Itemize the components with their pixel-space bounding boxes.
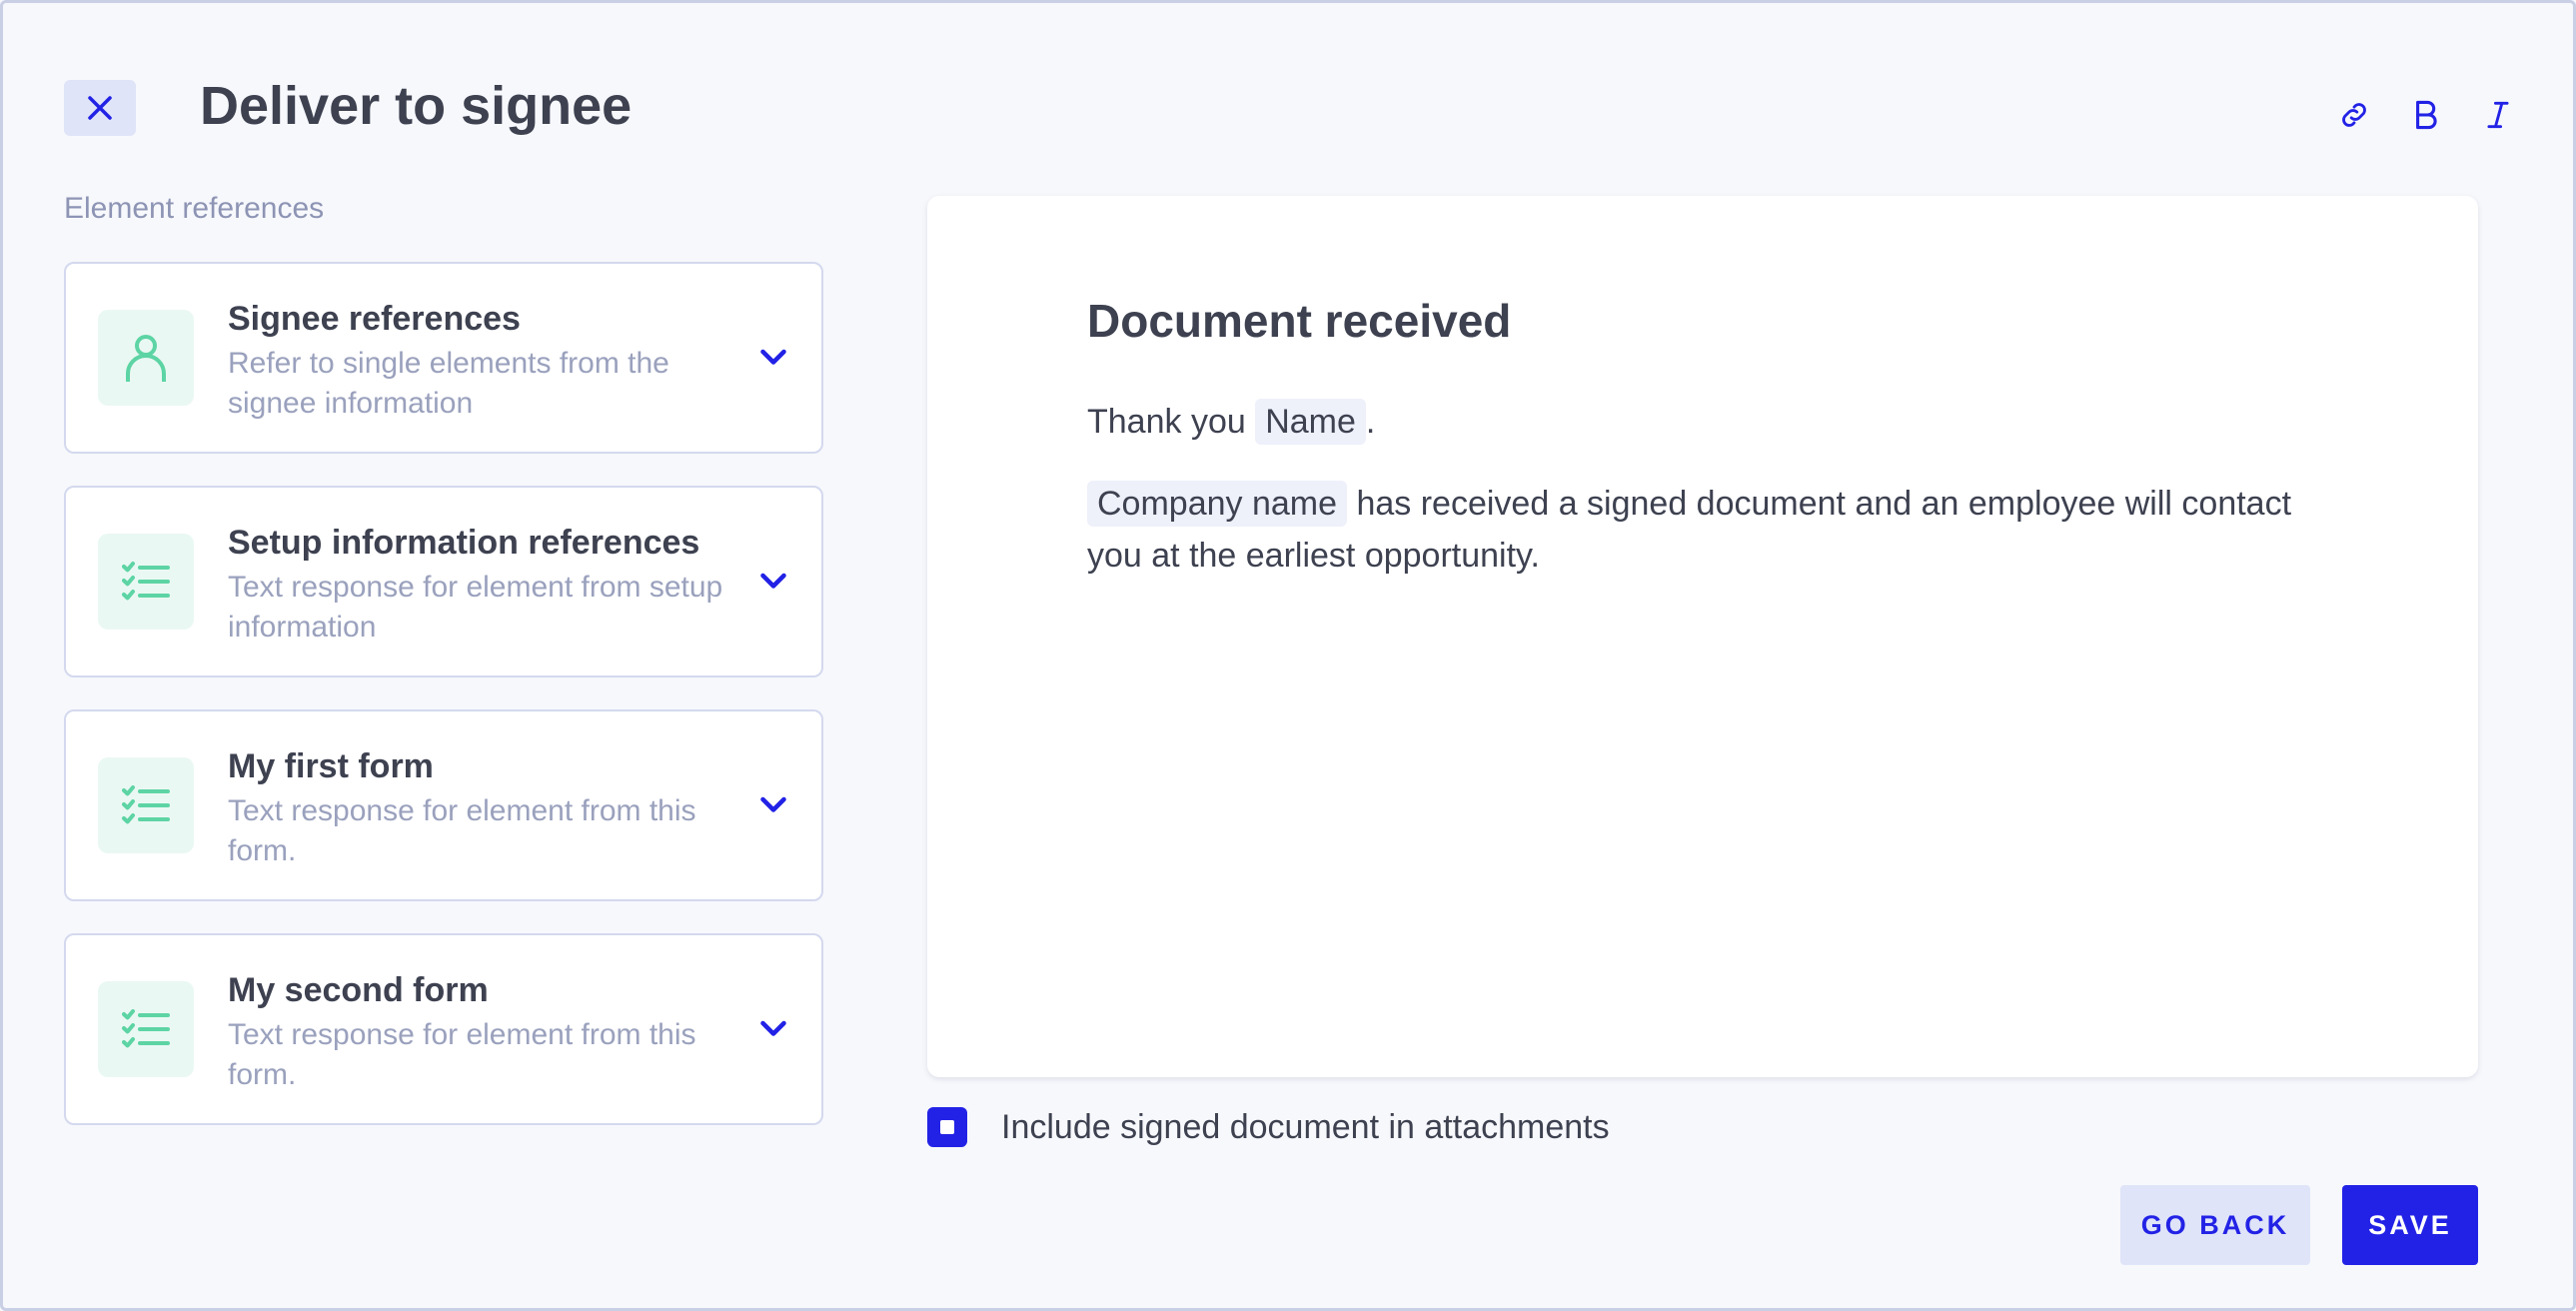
reference-icon-box <box>98 310 194 406</box>
editor-heading: Document received <box>1087 295 1512 347</box>
reference-icon-box <box>98 981 194 1077</box>
reference-card-setup[interactable]: Setup information references Text respon… <box>64 486 823 677</box>
bold-button[interactable] <box>2408 90 2444 140</box>
chevron-down-icon[interactable] <box>755 340 791 376</box>
link-button[interactable] <box>2336 90 2372 140</box>
reference-title: My second form <box>228 971 489 1009</box>
reference-card-signee[interactable]: Signee references Refer to single elemen… <box>64 262 823 454</box>
close-icon <box>88 96 112 120</box>
period-text: . <box>1365 403 1376 441</box>
checklist-icon <box>122 785 170 824</box>
chevron-down-icon[interactable] <box>755 564 791 600</box>
editor-line-company: Company name has received a signed docum… <box>1087 478 2306 582</box>
close-button[interactable] <box>64 80 136 136</box>
chevron-down-icon[interactable] <box>755 1011 791 1047</box>
name-reference-chip[interactable]: Name <box>1255 399 1366 445</box>
section-label: Element references <box>64 192 325 225</box>
user-icon <box>126 335 166 382</box>
checkbox-check-mark <box>940 1120 954 1134</box>
format-toolbar <box>2336 90 2516 140</box>
reference-icon-box <box>98 757 194 853</box>
reference-description: Text response for element from this form… <box>228 1018 696 1091</box>
reference-card-first-form[interactable]: My first form Text response for element … <box>64 709 823 901</box>
italic-button[interactable] <box>2480 90 2516 140</box>
link-icon <box>2342 103 2366 127</box>
message-editor[interactable]: Document received Thank you Name. Compan… <box>927 196 2478 1077</box>
bold-icon <box>2416 100 2437 130</box>
thank-you-text: Thank you <box>1087 403 1246 441</box>
reference-card-second-form[interactable]: My second form Text response for element… <box>64 933 823 1125</box>
editor-line-thank-you: Thank you Name. <box>1087 396 2306 448</box>
italic-icon <box>2487 101 2509 129</box>
checklist-icon <box>122 1009 170 1048</box>
reference-icon-box <box>98 534 194 630</box>
reference-title: Setup information references <box>228 524 700 562</box>
reference-description: Refer to single elements from the signee… <box>228 347 669 420</box>
save-button[interactable]: SAVE <box>2342 1185 2478 1265</box>
company-name-reference-chip[interactable]: Company name <box>1087 481 1348 527</box>
reference-title: Signee references <box>228 300 521 338</box>
reference-description: Text response for element from this form… <box>228 794 696 867</box>
checklist-icon <box>122 562 170 601</box>
chevron-down-icon[interactable] <box>755 787 791 823</box>
reference-title: My first form <box>228 747 434 785</box>
include-attachment-row[interactable]: Include signed document in attachments <box>927 1107 1610 1147</box>
dialog-title: Deliver to signee <box>200 76 633 136</box>
reference-description: Text response for element from setup inf… <box>228 571 723 644</box>
go-back-button[interactable]: GO BACK <box>2120 1185 2310 1265</box>
include-attachment-label: Include signed document in attachments <box>1001 1107 1610 1146</box>
include-attachment-checkbox[interactable] <box>927 1107 967 1147</box>
reference-list: Signee references Refer to single elemen… <box>64 262 823 1157</box>
